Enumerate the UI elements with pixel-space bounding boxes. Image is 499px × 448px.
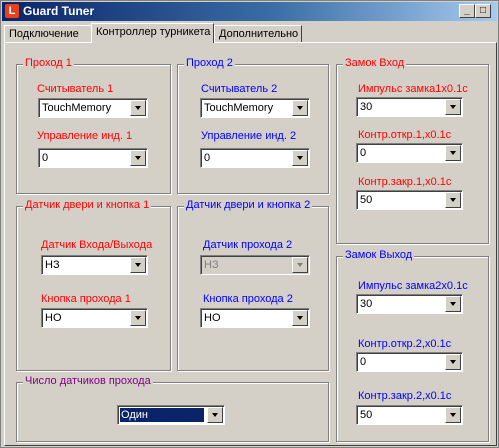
sensors-count-value: Один bbox=[120, 408, 204, 422]
group-pass-1: Проход 1 Считыватель 1 TouchMemory Управ… bbox=[16, 57, 171, 194]
window-title: Guard Tuner bbox=[23, 4, 95, 18]
chevron-down-icon[interactable] bbox=[445, 407, 461, 423]
chevron-down-icon[interactable] bbox=[130, 100, 146, 116]
app-logo-icon[interactable]: L bbox=[5, 4, 19, 18]
chevron-down-icon[interactable] bbox=[292, 310, 308, 326]
group-sensors-count: Число датчиков прохода Один bbox=[16, 375, 329, 442]
reader-2-label: Считыватель 2 bbox=[201, 83, 278, 95]
pass-sensor-2-label: Датчик прохода 2 bbox=[203, 239, 293, 251]
chevron-down-icon[interactable] bbox=[207, 407, 223, 423]
lock-1-pulse-select[interactable]: 30 bbox=[356, 97, 463, 117]
chevron-down-icon[interactable] bbox=[292, 150, 308, 166]
reader-1-value: TouchMemory bbox=[42, 102, 112, 114]
indicator-1-value: 0 bbox=[42, 152, 49, 164]
group-lock-exit: Замок Выход Импульс замка2x0.1c 30 Контр… bbox=[336, 249, 489, 442]
group-title: Замок Выход bbox=[343, 249, 415, 261]
lock-1-pulse-label: Импульс замка1x0.1c bbox=[358, 83, 468, 95]
group-title: Замок Вход bbox=[343, 57, 407, 69]
lock-2-open-control-label: Контр.откр.2,x0.1c bbox=[358, 338, 452, 350]
lock-2-open-control-select[interactable]: 0 bbox=[356, 352, 463, 372]
group-title: Датчик двери и кнопка 1 bbox=[23, 199, 152, 211]
lock-2-close-control-label: Контр.закр.2,x0.1c bbox=[358, 390, 452, 402]
indicator-2-label: Управление инд. 2 bbox=[201, 130, 297, 142]
maximize-button[interactable]: □ bbox=[475, 4, 491, 18]
group-pass-2: Проход 2 Считыватель 2 TouchMemory Управ… bbox=[177, 57, 329, 194]
sensors-count-select[interactable]: Один bbox=[117, 405, 225, 425]
pass-sensor-2-select: НЗ bbox=[200, 255, 310, 275]
tab-connection[interactable]: Подключение bbox=[4, 25, 92, 42]
lock-2-pulse-select[interactable]: 30 bbox=[356, 294, 463, 314]
pass-button-1-label: Кнопка прохода 1 bbox=[41, 293, 131, 305]
indicator-1-label: Управление инд. 1 bbox=[37, 130, 133, 142]
group-title: Датчик двери и кнопка 2 bbox=[184, 199, 313, 211]
pass-button-2-label: Кнопка прохода 2 bbox=[203, 293, 293, 305]
reader-2-value: TouchMemory bbox=[204, 102, 274, 114]
chevron-down-icon[interactable] bbox=[445, 99, 461, 115]
title-bar[interactable]: L Guard Tuner _ □ bbox=[2, 2, 497, 21]
chevron-down-icon[interactable] bbox=[445, 296, 461, 312]
lock-1-open-control-label: Контр.откр.1,x0.1c bbox=[358, 129, 452, 141]
entry-exit-sensor-select[interactable]: НЗ bbox=[41, 255, 148, 275]
minimize-button[interactable]: _ bbox=[459, 4, 475, 18]
lock-1-close-control-select[interactable]: 50 bbox=[356, 190, 463, 210]
indicator-1-select[interactable]: 0 bbox=[38, 148, 148, 168]
group-title: Проход 2 bbox=[184, 57, 235, 69]
reader-1-select[interactable]: TouchMemory bbox=[38, 98, 148, 118]
lock-2-open-control-value: 0 bbox=[360, 356, 367, 368]
lock-1-open-control-value: 0 bbox=[360, 147, 367, 159]
tab-additional[interactable]: Дополнительно bbox=[214, 25, 302, 42]
entry-exit-sensor-label: Датчик Входа/Выхода bbox=[41, 239, 153, 251]
pass-button-2-select[interactable]: НО bbox=[200, 308, 310, 328]
chevron-down-icon[interactable] bbox=[130, 150, 146, 166]
indicator-2-select[interactable]: 0 bbox=[200, 148, 310, 168]
group-title: Проход 1 bbox=[23, 57, 74, 69]
lock-2-pulse-label: Импульс замка2x0.1c bbox=[358, 280, 468, 292]
pass-sensor-2-value: НЗ bbox=[204, 259, 219, 271]
lock-1-pulse-value: 30 bbox=[360, 101, 373, 113]
lock-1-open-control-select[interactable]: 0 bbox=[356, 143, 463, 163]
chevron-down-icon[interactable] bbox=[130, 257, 146, 273]
entry-exit-sensor-value: НЗ bbox=[45, 259, 60, 271]
group-lock-entry: Замок Вход Импульс замка1x0.1c 30 Контр.… bbox=[336, 57, 489, 244]
indicator-2-value: 0 bbox=[204, 152, 211, 164]
group-door-sensor-2: Датчик двери и кнопка 2 Датчик прохода 2… bbox=[177, 199, 329, 371]
tab-panel: Проход 1 Считыватель 1 TouchMemory Управ… bbox=[4, 42, 497, 446]
reader-1-label: Считыватель 1 bbox=[37, 83, 114, 95]
chevron-down-icon[interactable] bbox=[445, 192, 461, 208]
reader-2-select[interactable]: TouchMemory bbox=[200, 98, 310, 118]
chevron-down-icon bbox=[292, 257, 308, 273]
chevron-down-icon[interactable] bbox=[445, 145, 461, 161]
lock-2-close-control-select[interactable]: 50 bbox=[356, 405, 463, 425]
tab-turnstile-controller[interactable]: Контроллер турникета bbox=[91, 23, 214, 43]
chevron-down-icon[interactable] bbox=[445, 354, 461, 370]
lock-1-close-control-value: 50 bbox=[360, 194, 373, 206]
chevron-down-icon[interactable] bbox=[130, 310, 146, 326]
lock-2-pulse-value: 30 bbox=[360, 298, 373, 310]
group-title: Число датчиков прохода bbox=[23, 375, 153, 387]
pass-button-1-select[interactable]: НО bbox=[41, 308, 148, 328]
pass-button-2-value: НО bbox=[204, 312, 221, 324]
group-door-sensor-1: Датчик двери и кнопка 1 Датчик Входа/Вых… bbox=[16, 199, 171, 371]
app-window: L Guard Tuner _ □ Подключение Контроллер… bbox=[0, 0, 499, 448]
chevron-down-icon[interactable] bbox=[292, 100, 308, 116]
lock-2-close-control-value: 50 bbox=[360, 409, 373, 421]
lock-1-close-control-label: Контр.закр.1,x0.1c bbox=[358, 176, 452, 188]
pass-button-1-value: НО bbox=[45, 312, 62, 324]
